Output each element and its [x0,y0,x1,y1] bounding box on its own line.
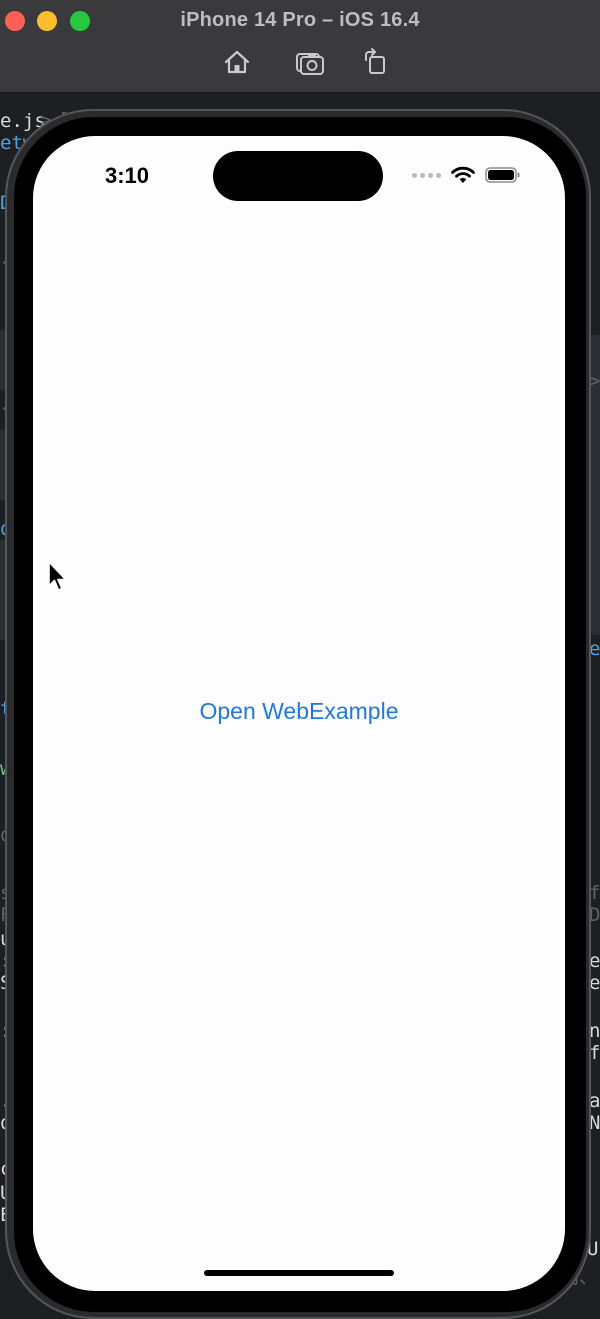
status-time: 3:10 [105,163,150,188]
simulator-title-bar: iPhone 14 Pro – iOS 16.4 [0,0,600,93]
simulator-title: iPhone 14 Pro – iOS 16.4 [180,9,420,31]
status-indicators [412,165,521,185]
home-indicator[interactable] [204,1270,394,1276]
signal-dots-icon [412,172,441,178]
battery-icon [485,166,521,184]
wifi-icon [451,166,475,184]
dynamic-island [213,151,383,201]
camera-icon [296,53,324,75]
home-icon [224,50,250,74]
open-webexample-link[interactable]: Open WebExample [33,698,565,725]
screenshot-button[interactable] [294,46,326,78]
rotate-icon [365,48,385,74]
mouse-pointer-icon [48,561,67,591]
device-screen: 3:10 Open WebExample [33,136,565,1291]
rotate-button[interactable] [360,46,392,78]
home-button[interactable] [221,46,253,78]
